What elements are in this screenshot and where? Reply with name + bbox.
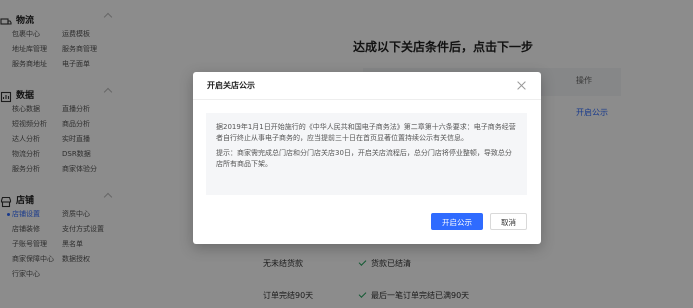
cancel-button[interactable]: 取消 — [490, 213, 527, 230]
close-store-notice-modal: 开启关店公示 据2019年1月1日开始施行的《中华人民共和国电子商务法》第二章第… — [193, 72, 541, 244]
start-notice-button[interactable]: 开启公示 — [431, 213, 483, 230]
modal-footer: 开启公示 取消 — [431, 213, 527, 230]
modal-header: 开启关店公示 — [193, 72, 541, 100]
law-notice-text: 据2019年1月1日开始施行的《中华人民共和国电子商务法》第二章第十六条要求：电… — [216, 123, 516, 142]
tip-text: 提示：商家需完成总门店和分门店关店30日，开启关店流程后，总分门店将停业整顿，导… — [216, 149, 512, 168]
close-icon[interactable] — [517, 81, 526, 90]
modal-title: 开启关店公示 — [207, 81, 255, 90]
modal-body: 据2019年1月1日开始施行的《中华人民共和国电子商务法》第二章第十六条要求：电… — [206, 113, 527, 195]
